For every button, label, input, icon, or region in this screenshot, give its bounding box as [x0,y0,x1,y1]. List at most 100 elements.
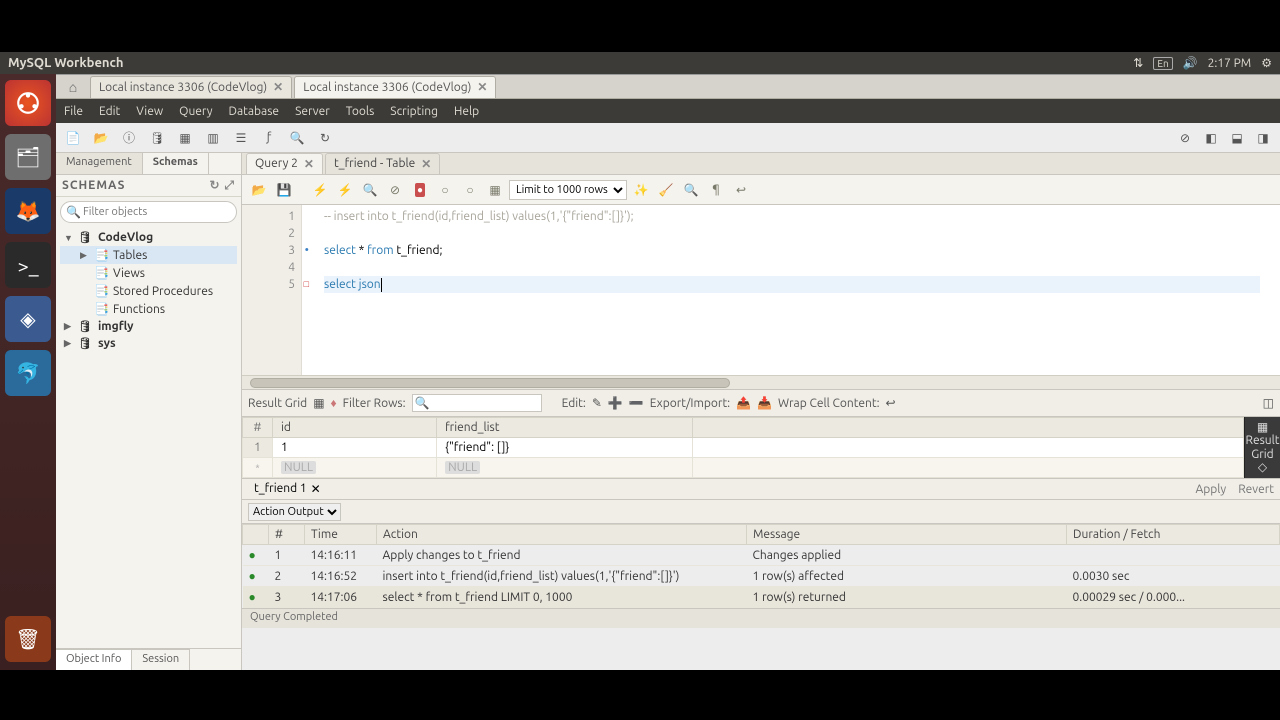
folder-procedures[interactable]: Stored Procedures [113,285,213,298]
output-type-select[interactable]: Action Output [248,503,341,521]
connection-tab-1[interactable]: Local instance 3306 (CodeVlog)✕ [294,76,496,98]
search-icon[interactable]: 🔍 [680,179,702,201]
delete-row-icon[interactable]: ➖ [629,396,644,410]
close-icon[interactable]: ✕ [421,157,431,171]
save-icon[interactable]: 💾 [273,179,295,201]
apply-button[interactable]: Apply [1195,483,1226,496]
tab-management[interactable]: Management [56,153,143,174]
home-icon[interactable]: ⌂ [56,79,90,95]
firefox-icon[interactable]: 🦊 [5,188,51,234]
schema-sys[interactable]: sys [98,337,116,350]
folder-functions[interactable]: Functions [113,303,165,316]
menu-database[interactable]: Database [229,105,280,118]
filter-toggle-icon[interactable]: ♦ [331,396,337,410]
new-schema-icon[interactable]: 🛢 [146,127,168,149]
new-function-icon[interactable]: ƒ [258,127,280,149]
panel-left-icon[interactable]: ◧ [1200,127,1222,149]
menu-help[interactable]: Help [454,105,479,118]
folder-views[interactable]: Views [113,267,145,280]
reconnect-icon[interactable]: ↻ [314,127,336,149]
find-icon[interactable]: 🧹 [655,179,677,201]
menu-server[interactable]: Server [295,105,330,118]
menu-file[interactable]: File [64,105,83,118]
settings-gear-icon[interactable]: ⚙ [1261,56,1272,70]
open-sql-icon[interactable]: 📂 [90,127,112,149]
volume-icon[interactable]: 🔊 [1183,56,1198,70]
close-icon[interactable]: ✕ [477,80,487,94]
tab-session[interactable]: Session [132,649,190,670]
table-row-new[interactable]: * NULL NULL [243,458,1244,478]
result-side-panel[interactable]: ▦Result Grid◇ [1244,417,1280,478]
result-tab-tfriend[interactable]: t_friend 1✕ [248,480,327,498]
filter-input[interactable] [60,201,237,223]
output-row: ●214:16:52insert into t_friend(id,friend… [243,566,1280,587]
connection-tab-0[interactable]: Local instance 3306 (CodeVlog)✕ [90,76,292,98]
new-sql-icon[interactable]: 📄 [62,127,84,149]
limit-select[interactable]: Limit to 1000 rows [509,180,627,200]
code-area[interactable]: -- insert into t_friend(id,friend_list) … [302,205,1280,375]
new-table-icon[interactable]: ▦ [174,127,196,149]
menu-query[interactable]: Query [179,105,212,118]
edit-icon[interactable]: ✎ [592,396,602,410]
menu-edit[interactable]: Edit [99,105,120,118]
commit-icon[interactable]: ○ [434,179,456,201]
close-icon[interactable]: ✕ [273,80,283,94]
trash-icon[interactable]: 🗑 [5,616,51,662]
menu-scripting[interactable]: Scripting [390,105,438,118]
invisible-icon[interactable]: ¶ [705,179,727,201]
beautify-icon[interactable]: ✨ [630,179,652,201]
terminal-icon[interactable]: >_ [5,242,51,288]
toggle-limit-icon[interactable]: ▦ [484,179,506,201]
schema-tree[interactable]: ▼CodeVlog ▶📑 Tables 📑 Views 📑 Stored Pro… [56,227,241,648]
open-file-icon[interactable]: 📂 [248,179,270,201]
wrap-icon[interactable]: ↩ [730,179,752,201]
wrap-cell-icon[interactable]: ↩ [886,396,896,410]
stop-query-icon[interactable]: ⊘ [384,179,406,201]
editor-scrollbar[interactable] [242,375,1280,389]
stop-icon[interactable]: ⊘ [1174,127,1196,149]
refresh-icon[interactable]: ↻ ⤢ [210,178,236,193]
menu-view[interactable]: View [136,105,163,118]
action-output[interactable]: # Time Action Message Duration / Fetch ●… [242,524,1280,608]
revert-button[interactable]: Revert [1238,483,1274,496]
add-row-icon[interactable]: ➕ [608,396,623,410]
folder-tables[interactable]: Tables [113,249,147,262]
inspector-icon[interactable]: ⓘ [118,127,140,149]
tab-schemas[interactable]: Schemas [143,153,209,174]
network-icon[interactable]: ⇅ [1133,56,1143,70]
toggle-autocommit-icon[interactable]: ● [409,179,431,201]
new-procedure-icon[interactable]: ☰ [230,127,252,149]
panel-right-icon[interactable]: ◨ [1252,127,1274,149]
window-titlebar: MySQL Workbench ⇅ En 🔊 2:17 PM ⚙ [0,52,1280,74]
dash-icon[interactable] [5,80,51,126]
execute-icon[interactable]: ⚡ [309,179,331,201]
search-icon[interactable]: 🔍 [286,127,308,149]
menu-tools[interactable]: Tools [346,105,375,118]
workbench-icon[interactable]: 🐬 [5,350,51,396]
import-icon[interactable]: 📥 [757,396,772,410]
schema-imgfly[interactable]: imgfly [98,320,134,333]
panel-bottom-icon[interactable]: ⬓ [1226,127,1248,149]
new-view-icon[interactable]: ▥ [202,127,224,149]
language-indicator[interactable]: En [1153,57,1172,70]
virtualbox-icon[interactable]: ◈ [5,296,51,342]
execute-current-icon[interactable]: ⚡ [334,179,356,201]
close-icon[interactable]: ✕ [311,482,321,496]
grid-icon[interactable]: ▦ [313,396,324,410]
query-toolbar: 📂 💾 ⚡ ⚡ 🔍 ⊘ ● ○ ○ ▦ Limit to 1000 rows ✨… [242,175,1280,205]
clock[interactable]: 2:17 PM [1208,57,1252,70]
export-icon[interactable]: 📤 [736,396,751,410]
filter-rows-input[interactable] [412,394,542,412]
table-row[interactable]: 1 1 {"friend": []} [243,438,1244,458]
close-icon[interactable]: ✕ [304,157,314,171]
sql-editor[interactable]: 1 2 3 4 5 -- insert into t_friend(id,fri… [242,205,1280,375]
editor-tab-tfriend[interactable]: t_friend - Table✕ [325,153,440,174]
files-icon[interactable]: 🗂 [5,134,51,180]
result-grid[interactable]: # id friend_list 1 1 {"friend": []} [242,417,1244,478]
schema-codevlog[interactable]: CodeVlog [98,231,153,244]
pin-icon[interactable]: ◫ [1263,396,1274,410]
rollback-icon[interactable]: ○ [459,179,481,201]
editor-tab-query2[interactable]: Query 2✕ [246,153,323,174]
explain-icon[interactable]: 🔍 [359,179,381,201]
tab-object-info[interactable]: Object Info [56,649,132,670]
